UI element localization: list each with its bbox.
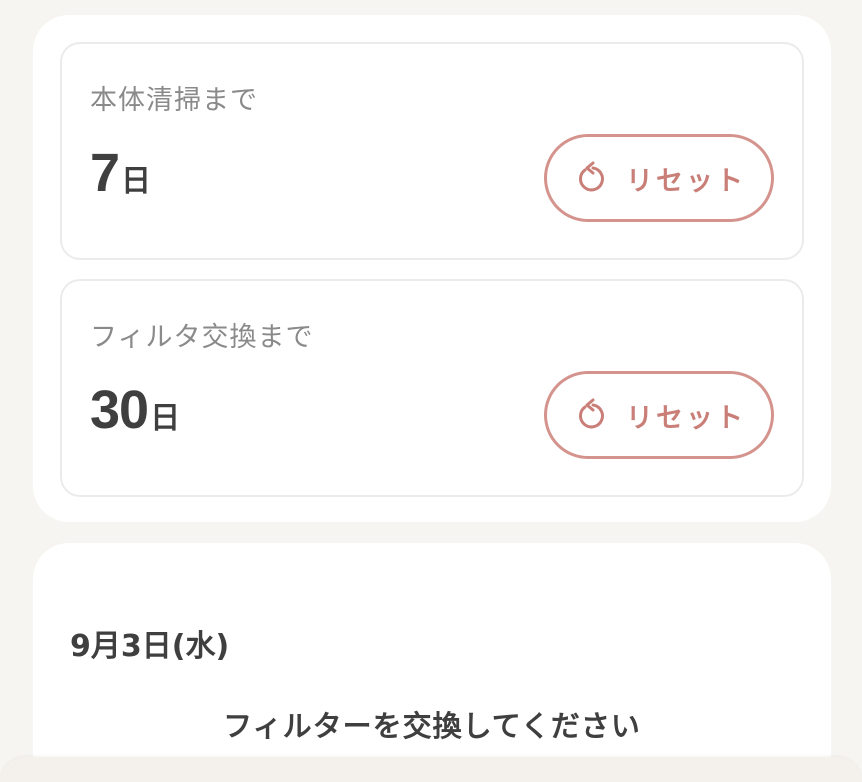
reset-button[interactable]: リセット: [544, 134, 774, 222]
card-title: フィルタ交換まで: [90, 322, 314, 353]
days-unit: 日: [121, 164, 152, 199]
reset-button[interactable]: リセット: [544, 371, 774, 459]
card-title: 本体清掃まで: [90, 85, 258, 116]
refresh-icon: [578, 161, 604, 192]
bottom-sheet-edge: [0, 757, 862, 782]
notice-panel: 9月3日(水) フィルターを交換してください: [33, 543, 831, 782]
days-number: 7: [90, 143, 120, 203]
notice-date: 9月3日(水): [70, 629, 230, 664]
days-unit: 日: [150, 401, 181, 436]
app-screen: 本体清掃まで 7 日 リセット フィルタ交換まで 30 日 リセット 9月3日(…: [0, 0, 862, 782]
days-remaining: 7 日: [90, 142, 151, 204]
days-number: 30: [90, 380, 149, 440]
filter-replacement-card: フィルタ交換まで 30 日 リセット: [60, 279, 804, 497]
reset-label: リセット: [626, 165, 746, 197]
notice-message: フィルターを交換してください: [223, 709, 641, 743]
maintenance-timers-panel: 本体清掃まで 7 日 リセット フィルタ交換まで 30 日 リセット: [33, 15, 831, 522]
body-cleaning-card: 本体清掃まで 7 日 リセット: [60, 42, 804, 260]
days-remaining: 30 日: [90, 379, 180, 441]
reset-label: リセット: [626, 402, 746, 434]
refresh-icon: [578, 398, 604, 429]
